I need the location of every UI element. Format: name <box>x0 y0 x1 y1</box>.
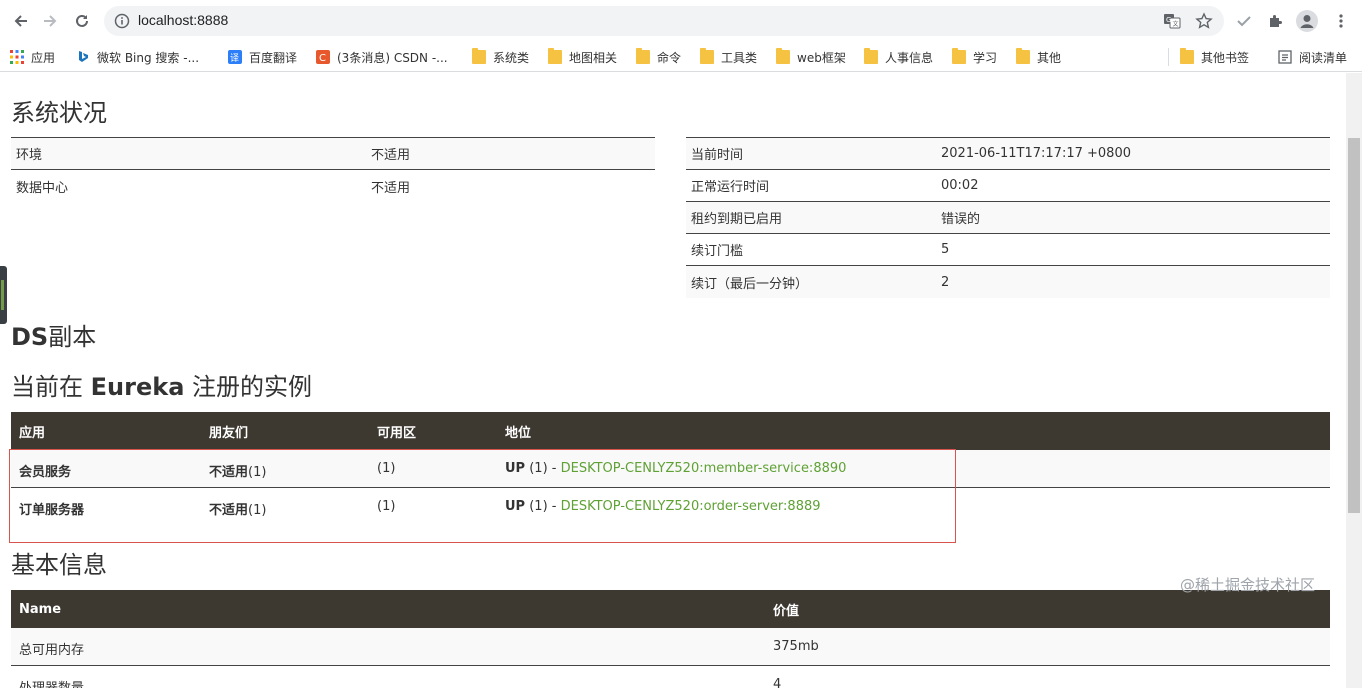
bookmarks-divider <box>1168 48 1169 66</box>
table-row: 当前时间 2021-06-11T17:17:17 +0800 <box>686 138 1330 170</box>
instances-table-header: 应用 朋友们 可用区 地位 <box>11 412 1330 450</box>
general-info-table: Name 价值 总可用内存 375mb 处理器数量 4 <box>11 590 1330 688</box>
side-extension-tab[interactable] <box>0 266 7 324</box>
folder-icon <box>864 48 878 64</box>
address-bar[interactable]: localhost:8888 G文 <box>104 6 1224 36</box>
browser-toolbar: localhost:8888 G文 <box>0 0 1362 42</box>
bookmark-star-icon[interactable] <box>1194 11 1214 31</box>
system-status-title: 系统状况 <box>11 99 107 127</box>
menu-kebab-icon[interactable] <box>1330 10 1352 32</box>
csdn-icon: C <box>316 50 330 64</box>
url-text[interactable]: localhost:8888 <box>138 12 228 28</box>
ds-replicas-title: DS副本 <box>11 323 97 351</box>
system-status-left-table: 环境 不适用 数据中心 不适用 <box>11 137 655 202</box>
svg-text:C: C <box>319 53 326 64</box>
page-scrollbar[interactable] <box>1346 73 1362 688</box>
bookmark-folder-commands[interactable]: 命令 <box>636 46 681 68</box>
table-row: 处理器数量 4 <box>11 666 1330 688</box>
bookmark-folder-tools[interactable]: 工具类 <box>700 46 757 68</box>
reload-icon <box>76 14 88 27</box>
folder-icon <box>1016 48 1030 64</box>
info-icon[interactable] <box>114 13 130 34</box>
folder-icon <box>952 48 966 64</box>
table-row: 续订门槛 5 <box>686 234 1330 266</box>
table-row: 数据中心 不适用 <box>16 180 411 196</box>
scrollbar-thumb[interactable] <box>1348 138 1360 513</box>
translate-icon[interactable]: G文 <box>1162 11 1182 31</box>
folder-icon <box>700 48 714 64</box>
general-info-table-header: Name 价值 <box>11 590 1330 628</box>
checkmark-icon[interactable] <box>1233 10 1255 32</box>
bookmark-baidu-translate[interactable]: 译 百度翻译 <box>228 46 297 68</box>
bookmark-folder-web-framework[interactable]: web框架 <box>776 46 846 68</box>
reload-button[interactable] <box>69 8 95 34</box>
svg-text:译: 译 <box>230 53 239 64</box>
bookmark-bing[interactable]: 微软 Bing 搜索 -... <box>76 46 199 68</box>
other-bookmarks[interactable]: 其他书签 <box>1180 46 1249 68</box>
bookmark-folder-other[interactable]: 其他 <box>1016 46 1061 68</box>
extensions-puzzle-icon[interactable] <box>1264 10 1286 32</box>
arrow-left-icon <box>14 15 27 27</box>
bookmark-folder-map[interactable]: 地图相关 <box>548 46 617 68</box>
table-row: 环境 不适用 <box>11 138 655 170</box>
instances-title: 当前在 Eureka 注册的实例 <box>11 373 313 401</box>
folder-icon <box>472 48 486 64</box>
page-content: 系统状况 环境 不适用 数据中心 不适用 当前时间 2021-06-11T17:… <box>0 73 1346 688</box>
table-row: 总可用内存 375mb <box>11 628 1330 666</box>
bookmark-folder-system[interactable]: 系统类 <box>472 46 529 68</box>
bing-icon <box>79 51 88 62</box>
bookmarks-bar: 应用 微软 Bing 搜索 -... 译 百度翻译 C (3条消息) CSDN … <box>0 42 1362 72</box>
highlight-box <box>9 449 956 543</box>
arrow-right-icon <box>44 15 57 27</box>
profile-avatar-icon[interactable] <box>1296 10 1318 32</box>
folder-icon <box>1180 48 1194 64</box>
apps-grid-icon <box>10 50 24 64</box>
folder-icon <box>636 48 650 64</box>
folder-icon <box>776 48 790 64</box>
bookmark-apps[interactable]: 应用 <box>10 46 55 68</box>
general-info-title: 基本信息 <box>11 551 107 579</box>
forward-button[interactable] <box>37 8 63 34</box>
bookmark-folder-hr[interactable]: 人事信息 <box>864 46 933 68</box>
baidu-translate-icon: 译 <box>228 50 242 64</box>
table-row: 租约到期已启用 错误的 <box>686 202 1330 234</box>
watermark: @稀土掘金技术社区 <box>1180 576 1316 594</box>
back-button[interactable] <box>8 8 34 34</box>
system-status-right-table: 当前时间 2021-06-11T17:17:17 +0800 正常运行时间 00… <box>686 137 1330 298</box>
svg-text:G: G <box>1166 16 1171 24</box>
svg-text:文: 文 <box>1173 20 1179 28</box>
reading-list-icon <box>1278 50 1292 64</box>
table-row: 续订（最后一分钟） 2 <box>686 266 1330 298</box>
bookmark-folder-study[interactable]: 学习 <box>952 46 997 68</box>
bookmark-csdn[interactable]: C (3条消息) CSDN -... <box>316 46 448 68</box>
reading-list[interactable]: 阅读清单 <box>1278 46 1347 68</box>
table-row: 正常运行时间 00:02 <box>686 170 1330 202</box>
folder-icon <box>548 48 562 64</box>
